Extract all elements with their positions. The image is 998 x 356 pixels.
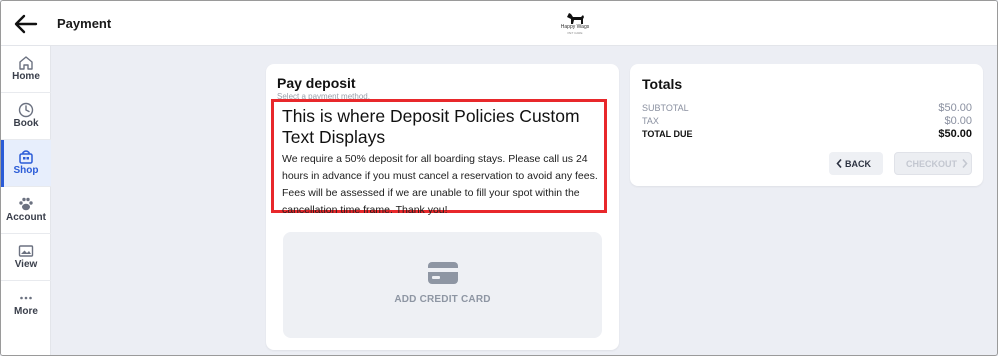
sidebar-item-label: View [14,259,38,270]
clock-icon [18,102,34,118]
subtotal-row: SUBTOTAL $50.00 [642,102,972,116]
checkout-button[interactable]: CHECKOUT [894,152,972,175]
sidebar-item-home[interactable]: Home [1,46,51,93]
add-credit-card-button[interactable]: ADD CREDIT CARD [283,232,602,338]
chevron-left-icon [836,158,842,169]
checkout-button-label: CHECKOUT [906,159,957,169]
shop-icon [19,150,33,164]
deposit-title: Pay deposit [277,75,356,91]
sidebar-item-view[interactable]: View [1,234,51,281]
back-arrow-icon[interactable] [13,11,39,37]
page-title: Payment [57,16,112,31]
ellipsis-icon [20,296,32,300]
logo-text: Happy Wags [560,24,590,30]
totals-title: Totals [642,76,683,92]
total-due-value: $50.00 [938,128,972,140]
tax-label: TAX [642,116,659,126]
sidebar-item-book[interactable]: Book [1,93,51,140]
image-icon [18,245,34,257]
sidebar-item-label: More [14,306,38,317]
paw-icon [19,197,33,211]
totals-card: Totals SUBTOTAL $50.00 TAX $0.00 TOTAL D… [630,64,983,186]
sidebar: Home Book Shop Account View More [1,46,51,355]
sidebar-item-label: Home [12,71,40,82]
sidebar-item-label: Book [13,118,39,129]
sidebar-item-label: Account [6,212,46,223]
chevron-right-icon [962,158,968,169]
policy-heading: This is where Deposit Policies Custom Te… [282,106,580,147]
logo-subtext: PET CARE [567,31,583,35]
home-icon [19,56,33,70]
sidebar-item-label: Shop [13,165,39,176]
sidebar-item-more[interactable]: More [1,281,51,328]
back-button-label: BACK [845,159,871,169]
sidebar-item-account[interactable]: Account [1,187,51,234]
app-frame: Payment Happy Wags PET CARE Home Book Sh… [0,0,998,356]
sidebar-item-shop[interactable]: Shop [1,140,51,187]
top-bar: Payment Happy Wags PET CARE [1,1,997,46]
brand-logo: Happy Wags PET CARE [557,9,593,39]
subtotal-value: $50.00 [938,102,972,114]
add-credit-card-label: ADD CREDIT CARD [394,294,491,305]
tax-row: TAX $0.00 [642,115,972,129]
pay-deposit-card: Pay deposit Select a payment method. Thi… [266,64,619,350]
tax-value: $0.00 [944,115,972,127]
total-due-row: TOTAL DUE $50.00 [642,128,972,142]
deposit-policy-box: This is where Deposit Policies Custom Te… [271,99,607,216]
back-button[interactable]: BACK [829,152,883,175]
credit-card-icon [428,262,458,284]
policy-text: We require a 50% deposit for all boardin… [282,153,598,216]
subtotal-label: SUBTOTAL [642,103,689,113]
total-due-label: TOTAL DUE [642,129,693,139]
dog-logo-icon [567,13,584,24]
